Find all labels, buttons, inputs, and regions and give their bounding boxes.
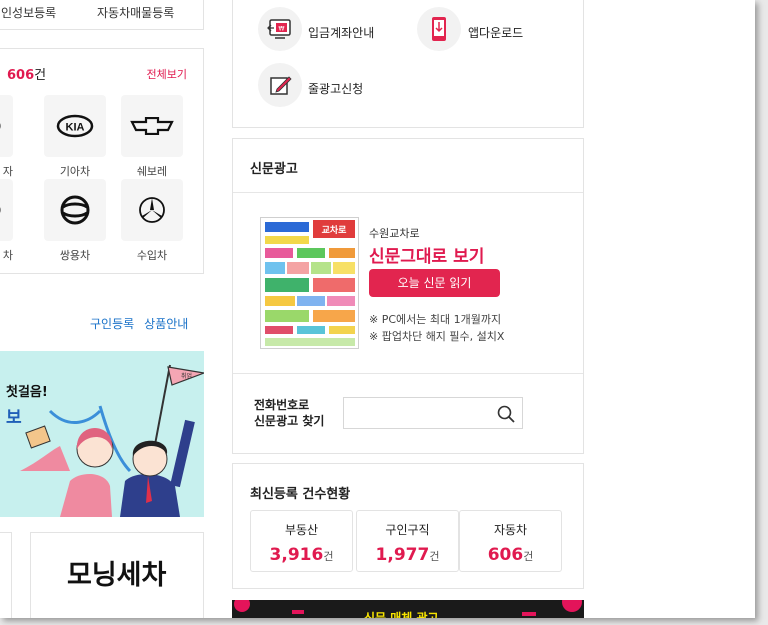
car-count: 606건 (7, 64, 46, 83)
view-all-link[interactable]: 전체보기 (147, 66, 187, 82)
brand-chevrolet[interactable]: 쉐보레 (121, 95, 183, 179)
latest-stats-panel: 최신등록 건수현황 부동산 3,916건 구인구직 1,977건 자동차 606… (232, 463, 584, 589)
left-fragment-card (0, 532, 12, 618)
brand-ssangyong[interactable]: 쌍용차 (44, 179, 106, 263)
service-menu: ₩ 입금계좌안내 앱다운로드 줄광고신청 (232, 0, 584, 128)
stat-label: 부동산 (284, 523, 319, 537)
mobile-app-icon[interactable] (417, 7, 461, 51)
stat-value: 606 (487, 545, 524, 565)
read-today-newspaper-button[interactable]: 오늘 신문 읽기 (369, 269, 500, 297)
register-info-link[interactable]: 인성보등록 (1, 4, 56, 21)
job-links: 구인등록 상품안내 (90, 315, 198, 332)
stat-value: 1,977 (375, 545, 430, 565)
brand-import[interactable]: 수입차 (121, 179, 183, 263)
job-register-link[interactable]: 구인등록 (90, 317, 134, 331)
brand-label: 수입차 (136, 249, 168, 262)
registration-links: 인성보등록 자동차매물등록 (0, 0, 204, 30)
stat-unit: 건 (523, 550, 534, 563)
stat-label: 구인구직 (385, 523, 430, 537)
brand-renault[interactable]: 차 (0, 179, 13, 263)
chevrolet-logo-icon (121, 95, 183, 157)
stat-label: 자동차 (493, 523, 528, 537)
brand-label: 자 (2, 165, 13, 178)
banner-illustration: 취업 (20, 364, 204, 517)
phone-label-line-1: 전화번호로 (254, 398, 310, 412)
newspaper-panel: 신문광고 교차로 수원교차로 신문그대로 보기 오늘 신문 읽기 ※ PC에서는… (232, 138, 584, 454)
phone-search-input[interactable] (343, 397, 523, 429)
phone-search-label: 전화번호로 신문광고 찾기 (254, 397, 324, 429)
brand-hyundai[interactable]: 자 (0, 95, 13, 179)
svg-text:₩: ₩ (279, 26, 285, 33)
stat-value: 3,916 (269, 545, 324, 565)
mercedes-logo-icon (121, 179, 183, 241)
search-icon[interactable] (496, 404, 516, 424)
thumb-logo: 교차로 (322, 224, 348, 236)
menu-label-line-ad[interactable]: 줄광고신청 (308, 80, 363, 97)
bank-account-icon[interactable]: ₩ (258, 7, 302, 51)
page: 인성보등록 자동차매물등록 606건 전체보기 자 KIA 기아차 쉐보레 차 … (0, 0, 755, 618)
brand-label: 기아차 (59, 165, 91, 178)
bottom-ad-banner[interactable]: 신문 매체 광고 (232, 600, 584, 618)
brand-kia[interactable]: KIA 기아차 (44, 95, 106, 179)
product-info-link[interactable]: 상품안내 (144, 317, 188, 331)
car-brand-panel: 606건 전체보기 자 KIA 기아차 쉐보레 차 쌍용차 수입차 (0, 48, 204, 274)
banner-flag-text: 취업 (181, 372, 192, 380)
newspaper-thumbnail[interactable]: 교차로 (260, 217, 359, 349)
stat-real-estate[interactable]: 부동산 3,916건 (250, 510, 353, 572)
stat-cars[interactable]: 자동차 606건 (459, 510, 562, 572)
phone-label-line-2: 신문광고 찾기 (254, 414, 325, 428)
kia-logo-icon: KIA (44, 95, 106, 157)
newspaper-title: 신문광고 (250, 162, 298, 177)
stats-title: 최신등록 건수현황 (250, 487, 351, 502)
register-car-link[interactable]: 자동차매물등록 (97, 4, 174, 21)
renault-logo-icon (0, 179, 13, 241)
stat-jobs[interactable]: 구인구직 1,977건 (356, 510, 459, 572)
bottom-banner-text: 신문 매체 광고 (364, 611, 439, 618)
morning-carwash-card[interactable]: 모닝세차 (30, 532, 204, 618)
car-count-value: 606 (7, 68, 35, 83)
morning-carwash-title: 모닝세차 (67, 560, 167, 591)
stat-unit: 건 (323, 550, 334, 563)
hyundai-logo-icon (0, 95, 13, 157)
divider (233, 373, 583, 374)
ssangyong-logo-icon (44, 179, 106, 241)
car-count-unit: 건 (34, 68, 47, 83)
newspaper-thumbnail-image: 교차로 (261, 218, 358, 348)
divider (233, 192, 583, 193)
job-banner[interactable]: 첫걸음! 보 취업 (0, 351, 204, 517)
note-popup: ※ 팝업차단 해지 필수, 설치X (369, 330, 505, 343)
brand-label: 차 (2, 249, 13, 262)
note-pc-limit: ※ PC에서는 최대 1개월까지 (369, 313, 502, 326)
see-newspaper-heading: 신문그대로 보기 (369, 247, 485, 267)
menu-label-app[interactable]: 앱다운로드 (468, 24, 523, 41)
stat-unit: 건 (429, 550, 440, 563)
brand-label: 쌍용차 (59, 249, 91, 262)
pencil-edit-icon[interactable] (258, 63, 302, 107)
svg-text:KIA: KIA (66, 122, 85, 134)
route-label: 수원교차로 (369, 227, 420, 240)
menu-label-account[interactable]: 입금계좌안내 (308, 24, 374, 41)
brand-label: 쉐보레 (136, 165, 168, 178)
